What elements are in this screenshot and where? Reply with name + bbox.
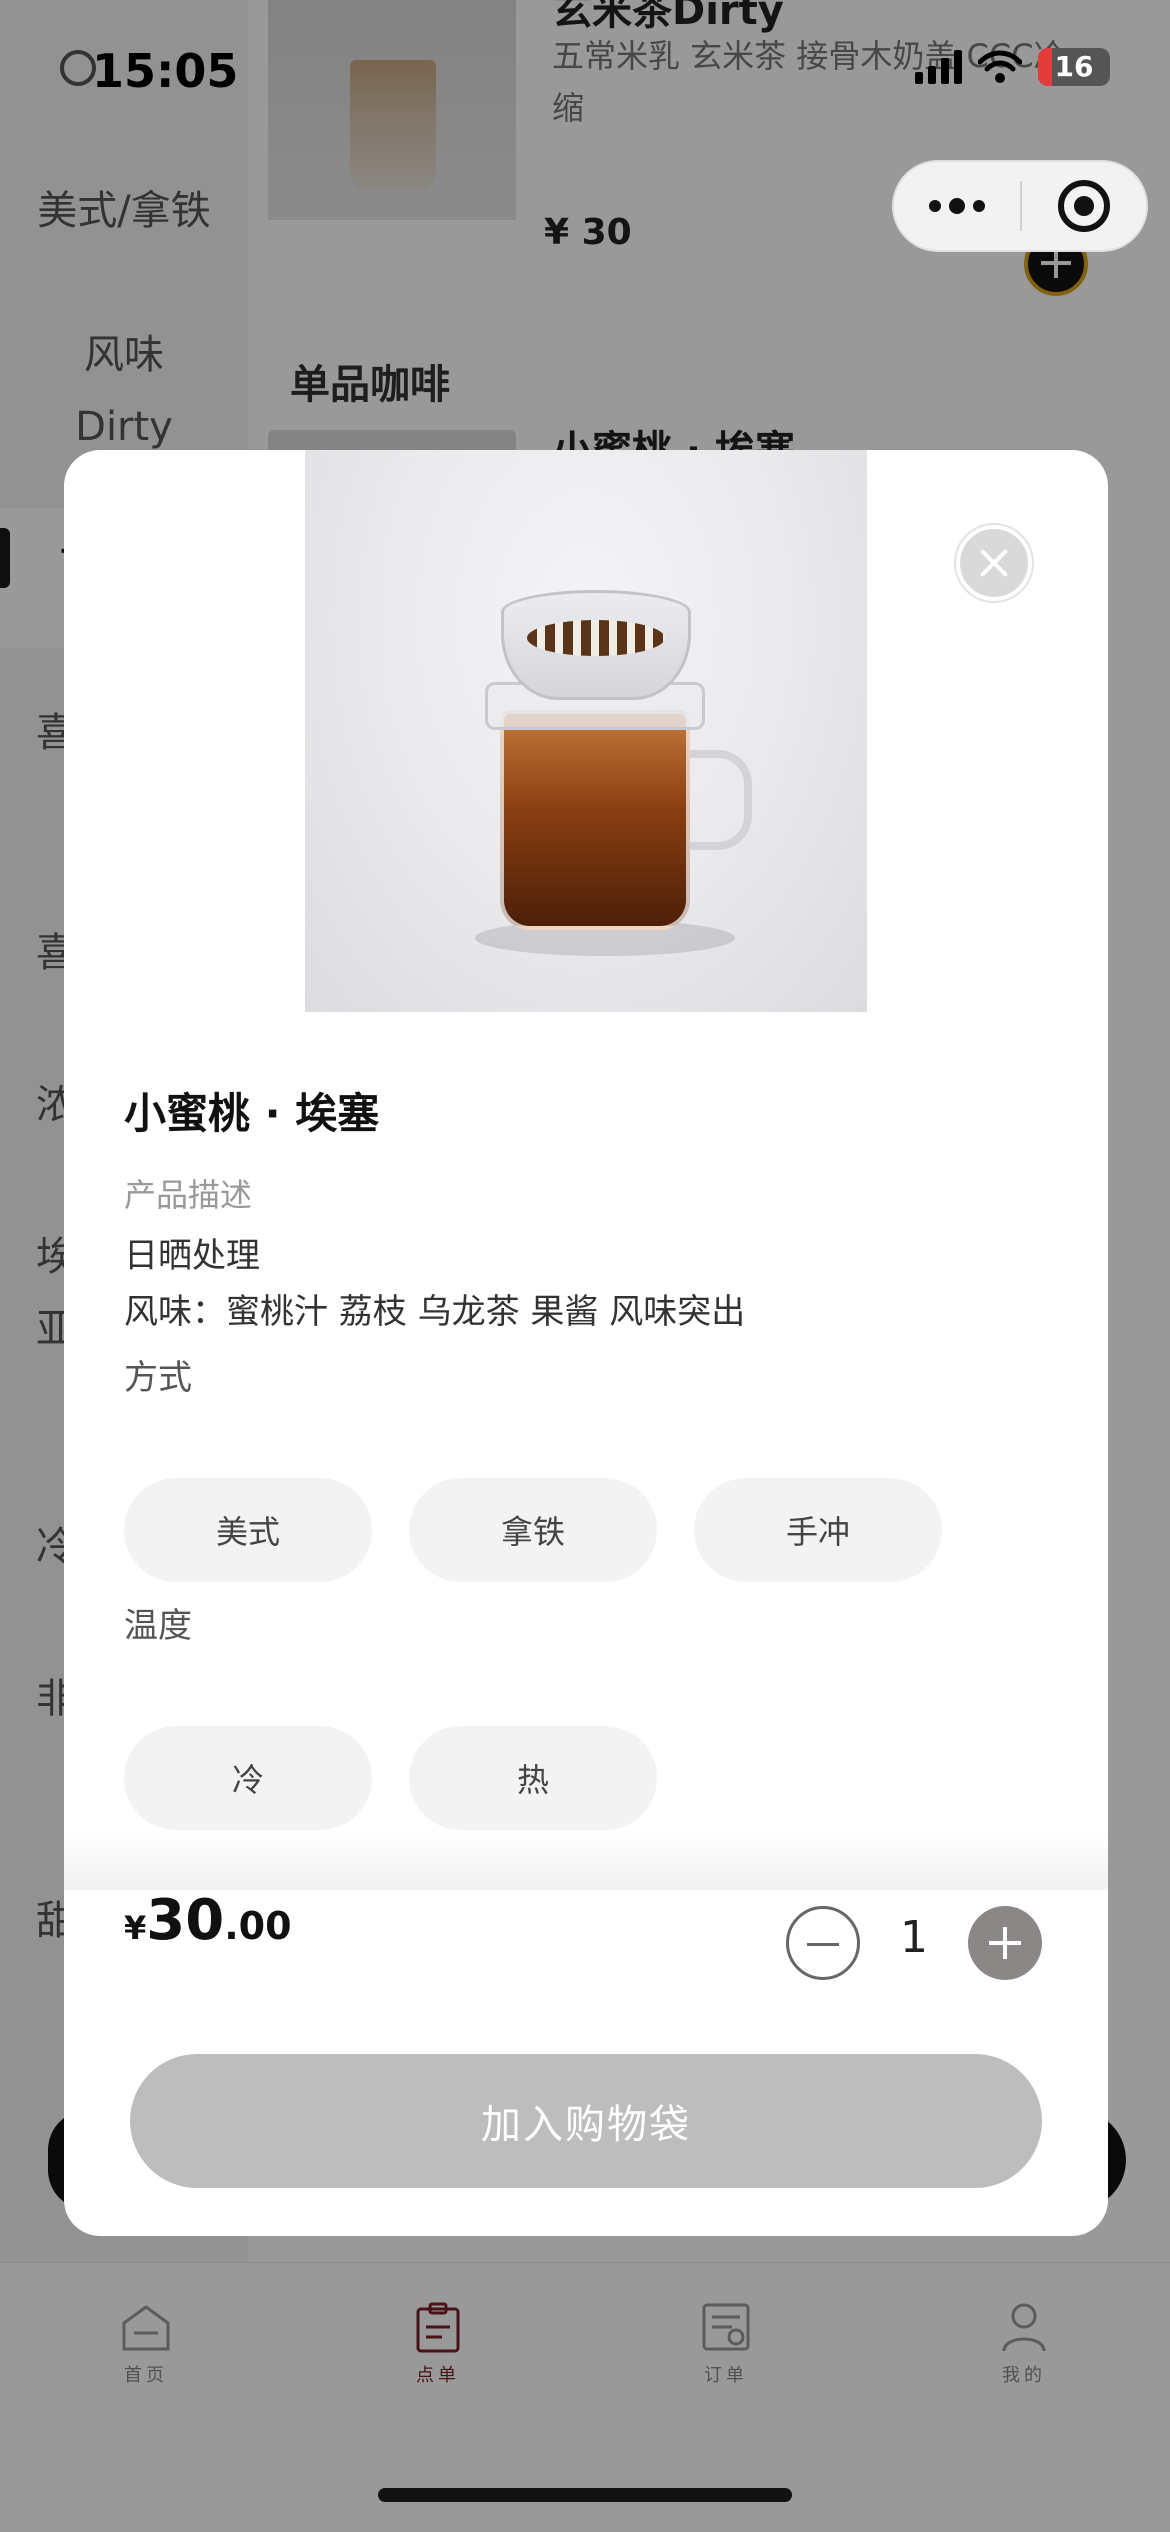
option-chip-pour-over[interactable]: 手冲	[694, 1478, 942, 1582]
product-name: 小蜜桃 · 埃塞	[124, 1089, 380, 1138]
quantity-value: 1	[900, 1912, 928, 1963]
battery-icon: 16	[1038, 48, 1110, 86]
dripper-filter	[527, 620, 665, 656]
add-to-bag-button[interactable]: 加入购物袋	[130, 2054, 1042, 2188]
option-group-label-method: 方式	[124, 1358, 192, 1398]
wifi-icon	[978, 50, 1022, 83]
battery-level: 16	[1054, 50, 1094, 83]
price-display: ¥30.00	[124, 1888, 292, 1953]
option-chip-cold[interactable]: 冷	[124, 1726, 372, 1830]
close-icon[interactable]	[956, 525, 1032, 601]
product-detail-modal: 小蜜桃 · 埃塞 产品描述 日晒处理 风味：蜜桃汁 荔枝 乌龙茶 果酱 风味突出…	[64, 450, 1108, 2236]
description-text: 风味：蜜桃汁 荔枝 乌龙茶 果酱 风味突出	[124, 1292, 746, 1332]
option-group-label-temperature: 温度	[124, 1606, 192, 1646]
scroll-fade	[64, 1830, 1108, 1890]
status-icons: 16	[915, 48, 1110, 86]
close-mini-program-icon[interactable]	[1022, 160, 1146, 252]
jug-handle	[690, 750, 752, 850]
increase-quantity-button[interactable]	[968, 1906, 1042, 1980]
option-chip-hot[interactable]: 热	[409, 1726, 657, 1830]
description-text: 日晒处理	[124, 1236, 260, 1276]
description-label: 产品描述	[124, 1176, 253, 1214]
option-chip-americano[interactable]: 美式	[124, 1478, 372, 1582]
decrease-quantity-button[interactable]	[786, 1906, 860, 1980]
price-integer: 30	[146, 1888, 225, 1953]
more-options-icon[interactable]	[894, 160, 1020, 252]
status-time: 15:05	[92, 44, 239, 98]
mini-program-capsule	[892, 160, 1148, 252]
coffee-jug	[500, 710, 690, 930]
price-currency: ¥	[124, 1909, 147, 1947]
product-image	[305, 450, 867, 1012]
price-decimal: .00	[224, 1904, 292, 1948]
search-icon[interactable]	[60, 50, 96, 86]
home-indicator	[378, 2488, 792, 2502]
signal-icon	[915, 50, 962, 84]
option-chip-latte[interactable]: 拿铁	[409, 1478, 657, 1582]
